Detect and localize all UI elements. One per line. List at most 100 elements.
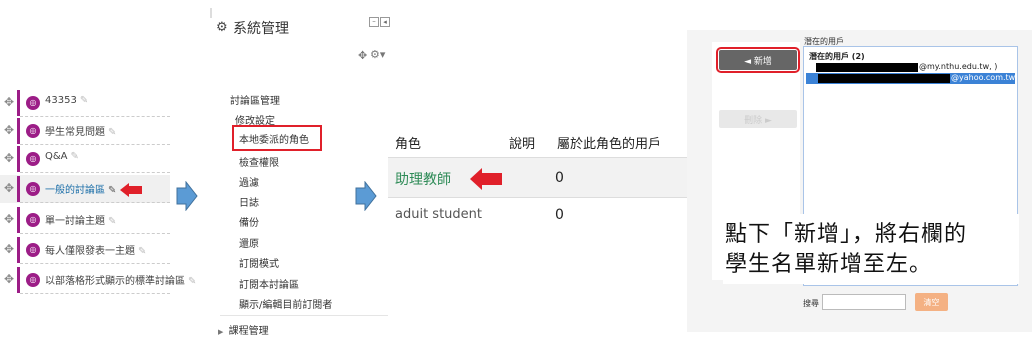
move-icon[interactable]: ✥ [4,152,14,164]
role-link-assistant-teacher[interactable]: 助理教師 [395,169,451,189]
edit-pencil-icon[interactable]: ✎ [138,246,146,257]
forum-label[interactable]: 學生常見問題 [45,127,105,138]
col-header-description: 說明 [509,137,536,152]
move-icon[interactable]: ✥ [4,213,14,225]
edit-pencil-icon[interactable]: ✎ [188,276,196,287]
indent-bar [17,207,20,233]
admin-item-logs[interactable]: 日誌 [239,194,259,209]
forum-item-general[interactable]: ✥ ◎ 一般的討論區 ✎ [0,175,170,203]
indent-bar [17,267,20,293]
edit-pencil-icon[interactable]: ✎ [108,127,116,138]
red-pointer-arrow [470,168,502,190]
user-email-suffix: @yahoo.com.tw [951,73,1016,82]
role-user-count: 0 [555,207,564,223]
search-label: 搜尋 [803,299,819,308]
forum-item[interactable]: ✥ ◎ Q&A ✎ [0,145,170,173]
move-icon[interactable]: ✥ [4,124,14,136]
admin-item-backup[interactable]: 備份 [239,214,259,229]
redacted-block [818,74,950,83]
admin-item-subscribers[interactable]: 顯示/編輯目前訂閱者 [239,296,332,311]
role-user-count: 0 [555,170,564,186]
user-email-suffix: @my.nthu.edu.tw, ) [919,62,998,71]
forum-item[interactable]: ✥ ◎ 以部落格形式顯示的標準討論區 ✎ [0,266,196,294]
indent-bar [17,176,20,202]
admin-item-label[interactable]: 訂閱模式 [239,259,279,270]
admin-item-filters[interactable]: 過濾 [239,174,259,189]
red-pointer-arrow [120,183,142,197]
minimize-icon[interactable]: – [369,17,379,27]
col-header-role: 角色 [395,137,422,152]
indent-bar [17,237,20,263]
divider [20,263,170,264]
admin-item-subscription-mode[interactable]: 訂閱模式 [239,255,279,270]
optgroup-label: 潛在的用戶 (2) [809,52,865,61]
forum-icon: ◎ [26,182,40,196]
gear-icon: ⚙ [216,20,228,35]
admin-item-label[interactable]: 顯示/編輯目前訂閱者 [239,300,332,311]
move-icon[interactable]: ✥ [4,96,14,108]
forum-label[interactable]: Q&A [45,151,68,162]
admin-item-label[interactable]: 訂閱本討論區 [239,280,299,291]
instruction-line-2: 學生名單新增至左。 [725,252,933,277]
expand-icon: ▶ [218,328,224,336]
instruction-line-1: 點下「新增」，將右欄的 [725,222,968,247]
redacted-block [816,63,918,72]
forum-label[interactable]: 43353 [45,95,77,106]
blue-next-arrow [355,181,377,211]
forum-icon: ◎ [26,243,40,257]
admin-item-label[interactable]: 還原 [239,239,259,250]
forum-icon: ◎ [26,96,40,110]
admin-item-label[interactable]: 備份 [239,218,259,229]
forum-item[interactable]: ✥ ◎ 每人僅限發表一主題 ✎ [0,236,170,264]
user-option-selected[interactable]: @yahoo.com.tw [806,73,1015,84]
move-icon[interactable]: ✥ [4,273,14,285]
move-icon[interactable]: ✥ [4,182,14,194]
divider [220,315,388,316]
admin-item-subscribe[interactable]: 訂閱本討論區 [239,276,299,291]
forum-label[interactable]: 一般的討論區 [45,185,105,196]
edit-pencil-icon[interactable]: ✎ [108,185,116,196]
user-option[interactable]: @my.nthu.edu.tw, ) [808,62,1013,73]
dock-icon[interactable]: ◂ [380,17,390,27]
admin-item-label[interactable]: 過濾 [239,178,259,189]
divider [20,172,170,173]
admin-title: 系統管理 [233,21,289,37]
forum-item[interactable]: ✥ ◎ 單一討論主題 ✎ [0,206,170,234]
move-icon[interactable]: ✥ [4,243,14,255]
forum-label[interactable]: 每人僅限發表一主題 [45,246,135,257]
forum-item[interactable]: ✥ ◎ 學生常見問題 ✎ [0,117,170,145]
edit-pencil-icon[interactable]: ✎ [108,216,116,227]
remove-button[interactable]: 刪除 ► [719,110,797,128]
indent-bar [17,146,20,172]
admin-item-course-admin[interactable]: ▶ 課程管理 [218,322,269,337]
blue-next-arrow [176,181,198,211]
highlight-box [232,125,322,151]
add-button[interactable]: ◄ 新增 [716,47,800,73]
admin-item-label[interactable]: 檢查權限 [239,158,279,169]
forum-item[interactable]: ✥ ◎ 43353 ✎ [0,89,170,117]
forum-icon: ◎ [26,152,40,166]
forum-label[interactable]: 以部落格形式顯示的標準討論區 [45,276,185,287]
col-header-users: 屬於此角色的用戶 [557,137,662,152]
admin-item-check-permissions[interactable]: 檢查權限 [239,154,279,169]
edit-pencil-icon[interactable]: ✎ [71,151,79,162]
indent-bar [17,118,20,144]
gear-menu-icon[interactable]: ⚙▾ [370,48,385,61]
move-icon[interactable]: ✥ [358,49,367,62]
indent-bar [17,90,20,116]
forum-label[interactable]: 單一討論主題 [45,216,105,227]
divider [20,202,170,203]
divider [20,293,170,294]
forum-icon: ◎ [26,273,40,287]
forum-icon: ◎ [26,124,40,138]
admin-item-label[interactable]: 課程管理 [229,326,269,337]
search-input[interactable] [822,294,906,310]
forum-icon: ◎ [26,213,40,227]
corner-mark [210,8,212,18]
admin-item-restore[interactable]: 還原 [239,235,259,250]
admin-item-label[interactable]: 日誌 [239,198,259,209]
clear-button[interactable]: 清空 [915,293,948,311]
admin-section-forum[interactable]: 討論區管理 [230,92,280,107]
role-link-audit-student[interactable]: aduit student [395,207,482,222]
edit-pencil-icon[interactable]: ✎ [80,95,88,106]
